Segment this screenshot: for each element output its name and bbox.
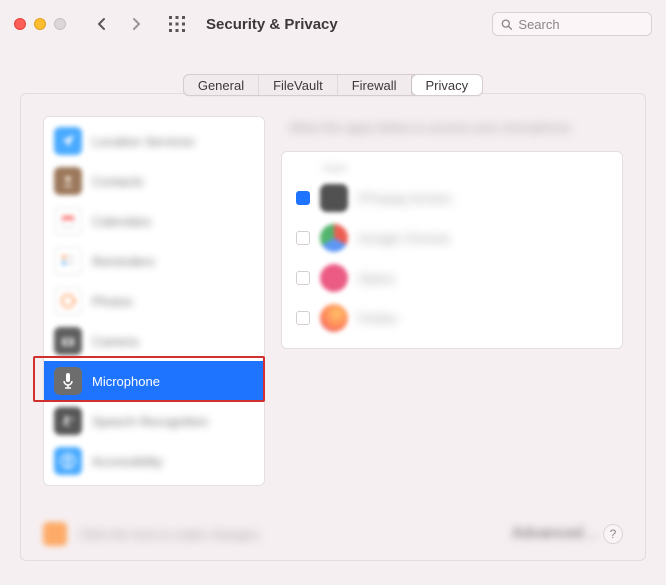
app-row[interactable]: Opera	[292, 258, 612, 298]
app-name-label: Opera	[358, 271, 394, 286]
app-icon	[320, 304, 348, 332]
tab-privacy[interactable]: Privacy	[411, 74, 484, 96]
help-button[interactable]: ?	[603, 524, 623, 544]
back-button[interactable]	[90, 10, 114, 38]
camera-icon	[54, 327, 82, 355]
sidebar-item-label: Photos	[92, 294, 132, 309]
accessibility-icon	[54, 447, 82, 475]
app-row[interactable]: Firefox	[292, 298, 612, 338]
sidebar-item-speech-recognition[interactable]: Speech Recognition	[44, 401, 264, 441]
app-name-label: FFmpeg Screen	[358, 191, 451, 206]
photos-icon	[54, 287, 82, 315]
app-checkbox[interactable]	[296, 191, 310, 205]
sidebar-item-calendars[interactable]: Calendars	[44, 201, 264, 241]
calendars-icon	[54, 207, 82, 235]
tab-filevault[interactable]: FileVault	[259, 75, 338, 95]
advanced-button[interactable]: Advanced…	[511, 524, 591, 544]
search-field[interactable]	[492, 12, 652, 36]
grid-icon	[169, 16, 185, 32]
minimize-window-button[interactable]	[34, 18, 46, 30]
app-checkbox[interactable]	[296, 271, 310, 285]
sidebar-item-reminders[interactable]: Reminders	[44, 241, 264, 281]
sidebar-item-location-services[interactable]: Location Services	[44, 121, 264, 161]
search-input[interactable]	[518, 17, 643, 32]
permission-heading: Allow the apps below to access your micr…	[281, 120, 623, 135]
sidebar-item-label: Reminders	[92, 254, 155, 269]
search-icon	[501, 18, 512, 31]
sidebar-item-label: Speech Recognition	[92, 414, 208, 429]
sidebar-item-label: Contacts	[92, 174, 143, 189]
titlebar: Security & Privacy	[0, 0, 666, 48]
privacy-sidebar: Location Services Contacts Calendars	[43, 116, 265, 486]
app-list: Apps FFmpeg Screen Google Chrome	[281, 151, 623, 349]
sidebar-item-label: Camera	[92, 334, 138, 349]
lock-icon[interactable]	[43, 522, 67, 546]
chevron-left-icon	[97, 17, 107, 31]
segmented-control: General FileVault Firewall Privacy	[183, 74, 483, 96]
app-checkbox[interactable]	[296, 231, 310, 245]
reminders-icon	[54, 247, 82, 275]
right-pane: Allow the apps below to access your micr…	[281, 116, 623, 486]
footer-row: Click the lock to make changes. Advanced…	[21, 508, 645, 560]
app-icon	[320, 264, 348, 292]
app-row[interactable]: Google Chrome	[292, 218, 612, 258]
location-icon	[54, 127, 82, 155]
speech-icon	[54, 407, 82, 435]
show-all-button[interactable]	[164, 11, 190, 37]
content-pane: Location Services Contacts Calendars	[20, 93, 646, 561]
window-title: Security & Privacy	[206, 16, 338, 33]
tab-firewall[interactable]: Firewall	[338, 75, 412, 95]
zoom-window-button[interactable]	[54, 18, 66, 30]
sidebar-item-label: Calendars	[92, 214, 151, 229]
lock-text: Click the lock to make changes.	[79, 527, 499, 542]
sidebar-item-label: Microphone	[92, 374, 160, 389]
app-list-subheading: Apps	[322, 162, 612, 174]
app-name-label: Firefox	[358, 311, 398, 326]
app-checkbox[interactable]	[296, 311, 310, 325]
window-controls	[14, 18, 66, 30]
app-row[interactable]: FFmpeg Screen	[292, 178, 612, 218]
tabs-row: General FileVault Firewall Privacy	[0, 48, 666, 96]
close-window-button[interactable]	[14, 18, 26, 30]
contacts-icon	[54, 167, 82, 195]
chevron-right-icon	[131, 17, 141, 31]
tab-general[interactable]: General	[184, 75, 259, 95]
sidebar-item-microphone[interactable]: Microphone	[44, 361, 264, 401]
app-icon	[320, 184, 348, 212]
forward-button[interactable]	[124, 10, 148, 38]
sidebar-item-accessibility[interactable]: Accessibility	[44, 441, 264, 481]
sidebar-item-photos[interactable]: Photos	[44, 281, 264, 321]
sidebar-item-label: Location Services	[92, 134, 195, 149]
sidebar-item-contacts[interactable]: Contacts	[44, 161, 264, 201]
app-name-label: Google Chrome	[358, 231, 450, 246]
sidebar-item-label: Accessibility	[92, 454, 163, 469]
app-icon	[320, 224, 348, 252]
sidebar-item-camera[interactable]: Camera	[44, 321, 264, 361]
microphone-icon	[54, 367, 82, 395]
